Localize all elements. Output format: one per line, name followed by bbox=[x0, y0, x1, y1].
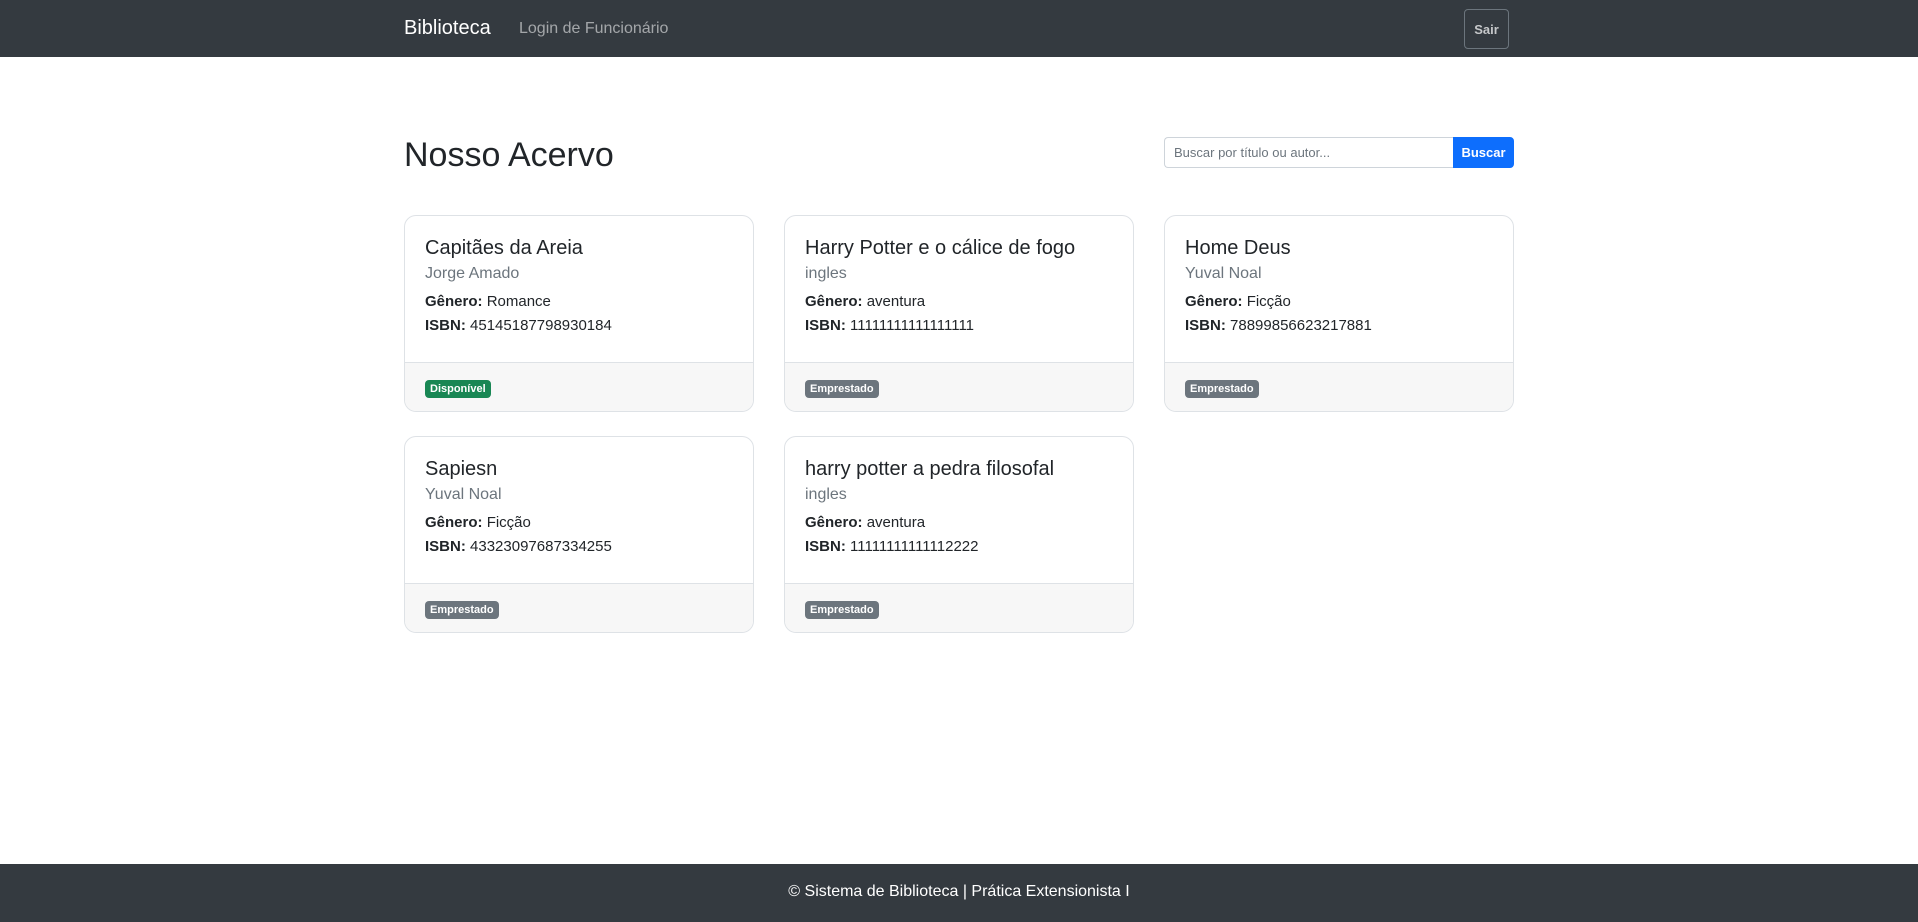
brand-logo[interactable]: Biblioteca bbox=[404, 17, 491, 40]
book-title: Harry Potter e o cálice de fogo bbox=[805, 237, 1076, 259]
isbn-value: 11111111111111111 bbox=[850, 317, 975, 334]
genre-label: Gênero: bbox=[425, 514, 483, 531]
genre-value: Ficção bbox=[486, 514, 531, 531]
book-card-footer: Emprestado bbox=[1165, 362, 1513, 411]
book-card: Harry Potter e o cálice de fogo ingles G… bbox=[784, 215, 1134, 412]
isbn-label: ISBN: bbox=[425, 317, 466, 334]
staff-login-link[interactable]: Login de Funcionário bbox=[519, 20, 668, 38]
isbn-value: 43323097687334255 bbox=[470, 538, 612, 555]
isbn-label: ISBN: bbox=[1185, 317, 1226, 334]
book-card-body: harry potter a pedra filosofal ingles Gê… bbox=[805, 457, 1117, 559]
book-isbn: ISBN: 45145187798930184 bbox=[425, 314, 737, 338]
isbn-label: ISBN: bbox=[425, 538, 466, 555]
genre-value: aventura bbox=[866, 293, 926, 310]
book-card: Home Deus Yuval Noal Gênero: Ficção ISBN… bbox=[1164, 215, 1514, 412]
book-card-footer: Emprestado bbox=[405, 583, 753, 632]
footer-text: © Sistema de Biblioteca | Prática Extens… bbox=[788, 883, 1130, 900]
book-genre: Gênero: Ficção bbox=[1185, 290, 1497, 314]
book-genre: Gênero: Romance bbox=[425, 290, 737, 314]
book-author: ingles bbox=[805, 265, 847, 282]
book-card-footer: Emprestado bbox=[785, 362, 1133, 411]
book-card-footer: Disponível bbox=[405, 362, 753, 411]
book-author: ingles bbox=[805, 486, 847, 503]
book-card-body: Harry Potter e o cálice de fogo ingles G… bbox=[805, 236, 1117, 338]
book-author: Yuval Noal bbox=[1185, 265, 1262, 282]
genre-label: Gênero: bbox=[1185, 293, 1243, 310]
book-isbn: ISBN: 11111111111111111 bbox=[805, 314, 1117, 338]
book-isbn: ISBN: 43323097687334255 bbox=[425, 535, 737, 559]
book-genre: Gênero: Ficção bbox=[425, 511, 737, 535]
genre-value: Romance bbox=[486, 293, 551, 310]
status-badge: Emprestado bbox=[805, 601, 879, 619]
status-badge: Disponível bbox=[425, 380, 491, 398]
isbn-label: ISBN: bbox=[805, 317, 846, 334]
status-badge: Emprestado bbox=[425, 601, 499, 619]
book-title: Home Deus bbox=[1185, 237, 1291, 259]
book-card-footer: Emprestado bbox=[785, 583, 1133, 632]
book-isbn: ISBN: 78899856623217881 bbox=[1185, 314, 1497, 338]
isbn-value: 78899856623217881 bbox=[1230, 317, 1372, 334]
logout-button[interactable]: Sair bbox=[1464, 9, 1509, 49]
search-input[interactable] bbox=[1164, 137, 1454, 168]
book-author: Jorge Amado bbox=[425, 265, 520, 282]
isbn-label: ISBN: bbox=[805, 538, 846, 555]
book-isbn: ISBN: 11111111111112222 bbox=[805, 535, 1117, 559]
book-genre: Gênero: aventura bbox=[805, 290, 1117, 314]
genre-value: aventura bbox=[866, 514, 926, 531]
genre-label: Gênero: bbox=[425, 293, 483, 310]
book-title: Capitães da Areia bbox=[425, 237, 583, 259]
book-card: Sapiesn Yuval Noal Gênero: Ficção ISBN: … bbox=[404, 436, 754, 633]
isbn-value: 45145187798930184 bbox=[470, 317, 612, 334]
page-footer: © Sistema de Biblioteca | Prática Extens… bbox=[0, 864, 1918, 922]
book-card-body: Home Deus Yuval Noal Gênero: Ficção ISBN… bbox=[1185, 236, 1497, 338]
book-card-body: Capitães da Areia Jorge Amado Gênero: Ro… bbox=[425, 236, 737, 338]
book-title: Sapiesn bbox=[425, 458, 498, 480]
status-badge: Emprestado bbox=[805, 380, 879, 398]
status-badge: Emprestado bbox=[1185, 380, 1259, 398]
top-navbar: Biblioteca Login de Funcionário Sair bbox=[0, 0, 1918, 57]
isbn-value: 11111111111112222 bbox=[850, 538, 979, 555]
genre-label: Gênero: bbox=[805, 293, 863, 310]
book-author: Yuval Noal bbox=[425, 486, 502, 503]
book-card-body: Sapiesn Yuval Noal Gênero: Ficção ISBN: … bbox=[425, 457, 737, 559]
book-title: harry potter a pedra filosofal bbox=[805, 458, 1055, 480]
page-title: Nosso Acervo bbox=[404, 136, 614, 174]
book-card: harry potter a pedra filosofal ingles Gê… bbox=[784, 436, 1134, 633]
genre-value: Ficção bbox=[1246, 293, 1291, 310]
book-card: Capitães da Areia Jorge Amado Gênero: Ro… bbox=[404, 215, 754, 412]
search-button[interactable]: Buscar bbox=[1453, 137, 1514, 168]
genre-label: Gênero: bbox=[805, 514, 863, 531]
book-genre: Gênero: aventura bbox=[805, 511, 1117, 535]
